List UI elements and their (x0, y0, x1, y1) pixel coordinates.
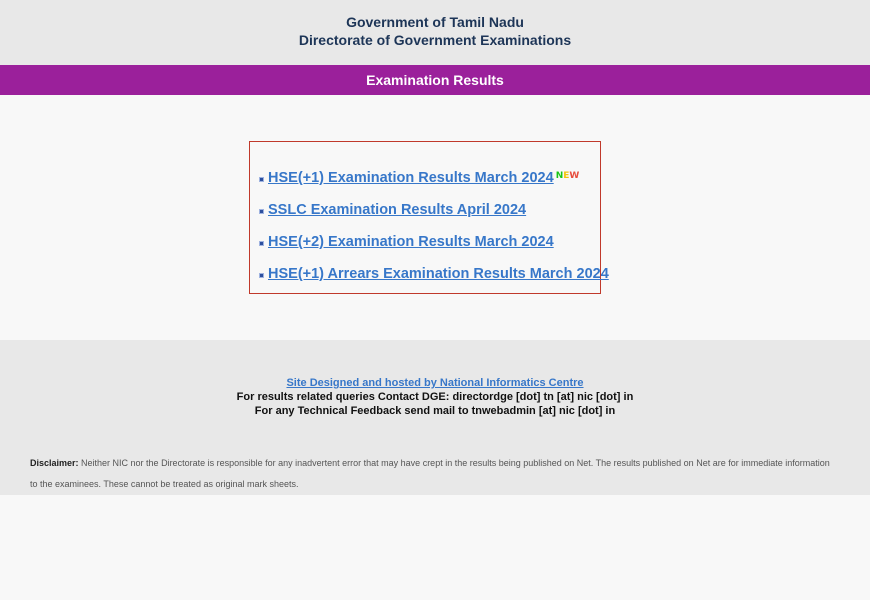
section-title-bar: Examination Results (0, 65, 870, 95)
result-item-hse1-arrears: HSE(+1) Arrears Examination Results Marc… (259, 264, 609, 284)
contact-dge-text: For results related queries Contact DGE:… (236, 391, 634, 403)
result-link-hse2-march-2024[interactable]: HSE(+2) Examination Results March 2024 (268, 234, 554, 250)
new-badge-icon: NEW (555, 171, 580, 181)
page-header: Government of Tamil Nadu Directorate of … (0, 0, 870, 65)
result-item-hse1: HSE(+1) Examination Results March 2024 N… (259, 168, 579, 188)
bullet-icon (259, 176, 264, 182)
contact-technical-text: For any Technical Feedback send mail to … (254, 405, 616, 417)
disclaimer-label: Disclaimer: (30, 458, 79, 468)
bullet-icon (259, 240, 264, 246)
main-content: HSE(+1) Examination Results March 2024 N… (0, 95, 870, 340)
page-footer: Site Designed and hosted by National Inf… (0, 340, 870, 495)
page-bottom-area (0, 495, 870, 600)
result-link-sslc-april-2024[interactable]: SSLC Examination Results April 2024 (268, 202, 526, 218)
header-government-title: Government of Tamil Nadu (346, 14, 524, 30)
result-item-hse2: HSE(+2) Examination Results March 2024 (259, 232, 554, 252)
header-directorate-title: Directorate of Government Examinations (298, 32, 572, 48)
disclaimer-text: Neither NIC nor the Directorate is respo… (30, 458, 830, 489)
bullet-icon (259, 272, 264, 278)
results-links-box: HSE(+1) Examination Results March 2024 N… (249, 141, 609, 294)
disclaimer: Disclaimer: Neither NIC nor the Director… (30, 453, 830, 495)
result-link-hse1-arrears-march-2024[interactable]: HSE(+1) Arrears Examination Results Marc… (268, 266, 609, 282)
nic-credit-link[interactable]: Site Designed and hosted by National Inf… (286, 377, 583, 389)
result-link-hse1-march-2024[interactable]: HSE(+1) Examination Results March 2024 (268, 170, 554, 186)
result-item-sslc: SSLC Examination Results April 2024 (259, 200, 526, 220)
bullet-icon (259, 208, 264, 214)
